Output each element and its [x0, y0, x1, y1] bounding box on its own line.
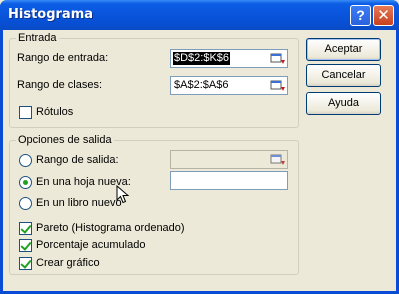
chart-output-checkbox[interactable] — [19, 257, 32, 270]
new-sheet-radio[interactable] — [19, 176, 32, 189]
input-range-value: $D$2:$K$6 — [173, 52, 231, 65]
new-workbook-radio[interactable] — [19, 197, 32, 210]
mouse-pointer-icon — [116, 185, 130, 204]
cancel-button[interactable]: Cancelar — [306, 64, 381, 87]
labels-checkbox-label[interactable]: Rótulos — [36, 106, 73, 119]
new-sheet-name-field[interactable] — [170, 171, 288, 190]
title-bar[interactable]: Histograma ? ✕ — [0, 0, 399, 30]
collapse-dialog-icon[interactable] — [270, 51, 286, 66]
output-range-label[interactable]: Rango de salida: — [36, 154, 119, 167]
output-range-radio[interactable] — [19, 154, 32, 167]
histogram-dialog: Histograma ? ✕ Entrada Rango de entrada:… — [0, 0, 399, 294]
bin-range-value: $A$2:$A$6 — [174, 79, 229, 91]
ok-button[interactable]: Aceptar — [306, 38, 381, 61]
output-group: Opciones de salida Rango de salida: En u… — [9, 134, 299, 275]
collapse-dialog-icon[interactable] — [270, 152, 286, 167]
close-icon: ✕ — [377, 7, 390, 24]
output-range-field[interactable] — [170, 150, 288, 169]
collapse-dialog-icon[interactable] — [270, 78, 286, 93]
input-range-field[interactable]: $D$2:$K$6 — [170, 49, 288, 68]
dialog-body: Entrada Rango de entrada: $D$2:$K$6 Rang… — [3, 30, 396, 291]
pareto-checkbox[interactable] — [19, 222, 32, 235]
help-titlebar-button[interactable]: ? — [350, 5, 371, 26]
chart-output-label[interactable]: Crear gráfico — [36, 257, 100, 270]
output-group-legend: Opciones de salida — [16, 134, 114, 147]
pareto-label[interactable]: Pareto (Histograma ordenado) — [36, 222, 185, 235]
bin-range-label: Rango de clases: — [17, 79, 102, 91]
input-group-legend: Entrada — [16, 32, 59, 45]
new-workbook-label[interactable]: En un libro nuevo — [36, 197, 122, 210]
labels-checkbox[interactable] — [19, 106, 32, 119]
cumulative-percentage-label[interactable]: Porcentaje acumulado — [36, 239, 145, 252]
dialog-title: Histograma — [8, 7, 94, 22]
input-range-label: Rango de entrada: — [17, 52, 109, 64]
bin-range-field[interactable]: $A$2:$A$6 — [170, 76, 288, 95]
input-group: Entrada Rango de entrada: $D$2:$K$6 Rang… — [9, 32, 299, 128]
help-button[interactable]: Ayuda — [306, 92, 381, 115]
cumulative-percentage-checkbox[interactable] — [19, 239, 32, 252]
close-button[interactable]: ✕ — [373, 5, 394, 26]
